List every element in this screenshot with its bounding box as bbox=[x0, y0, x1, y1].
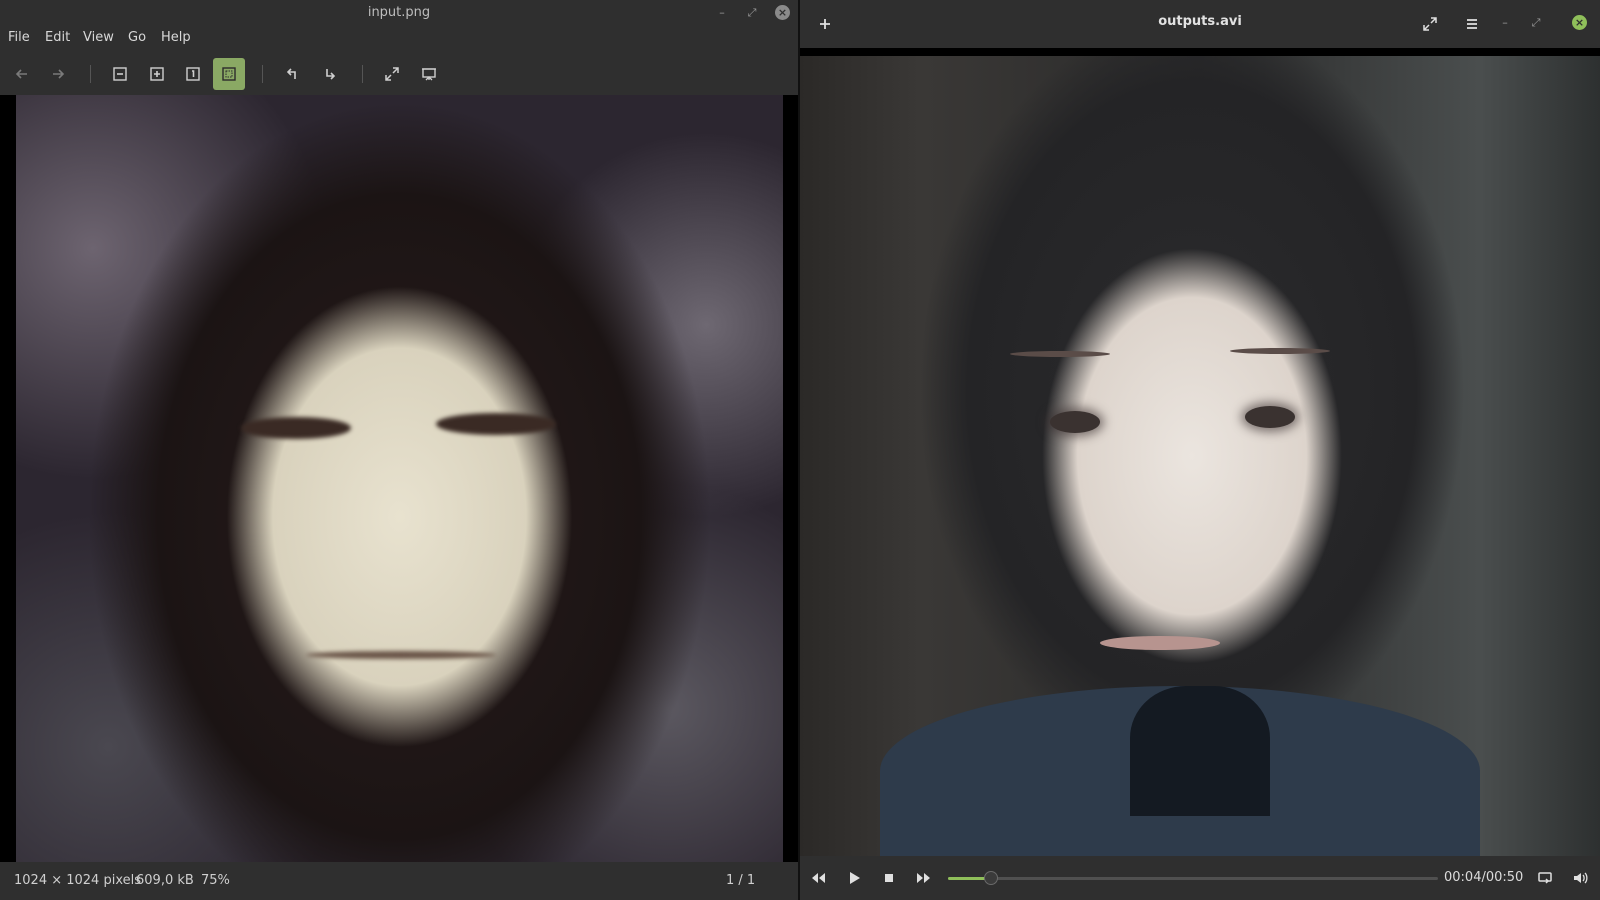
menu-view[interactable]: View bbox=[83, 30, 114, 45]
fullscreen-button[interactable] bbox=[376, 58, 408, 90]
viewer-toolbar bbox=[0, 56, 798, 92]
loop-icon bbox=[1538, 872, 1552, 884]
play-button[interactable] bbox=[844, 868, 864, 888]
viewer-title: input.png bbox=[367, 5, 431, 20]
zoom-normal-icon bbox=[186, 67, 200, 81]
rotate-right-icon bbox=[326, 69, 336, 80]
photo-mouth bbox=[306, 651, 496, 659]
stop-icon bbox=[885, 874, 893, 882]
menu-go[interactable]: Go bbox=[128, 30, 146, 45]
fast-forward-button[interactable] bbox=[914, 868, 934, 888]
menu-help[interactable]: Help bbox=[161, 30, 191, 45]
photo-eye-right bbox=[436, 413, 556, 435]
rotate-left-icon bbox=[286, 68, 296, 79]
close-icon[interactable]: × bbox=[1572, 15, 1587, 30]
image-dimensions: 1024 × 1024 pixels bbox=[14, 873, 141, 888]
photo-eye-left bbox=[241, 417, 351, 439]
seek-bar[interactable] bbox=[948, 871, 1438, 885]
forward-button[interactable] bbox=[42, 58, 74, 90]
toolbar-divider bbox=[362, 65, 363, 83]
minimize-icon[interactable]: – bbox=[713, 4, 731, 22]
zoom-fit-button[interactable] bbox=[213, 58, 245, 90]
video-area[interactable] bbox=[800, 48, 1600, 856]
video-lips bbox=[1100, 636, 1220, 650]
viewer-statusbar: 1024 × 1024 pixels 609,0 kB 75% 1 / 1 bbox=[0, 862, 798, 900]
fullscreen-icon bbox=[385, 67, 399, 81]
fullscreen-icon bbox=[1423, 17, 1437, 31]
video-brow-left bbox=[1010, 351, 1110, 357]
back-arrow-icon bbox=[15, 69, 27, 79]
zoom-in-icon bbox=[150, 67, 164, 81]
zoom-level: 75% bbox=[201, 873, 230, 888]
volume-icon bbox=[1574, 872, 1588, 884]
video-eye-left bbox=[1050, 411, 1100, 433]
play-icon bbox=[850, 872, 860, 884]
slideshow-icon bbox=[422, 68, 436, 81]
video-player-window: outputs.avi – ⤢ × 00:04/00:50 bbox=[800, 0, 1600, 900]
restore-icon[interactable]: ⤢ bbox=[743, 4, 761, 22]
zoom-out-button[interactable] bbox=[104, 58, 136, 90]
playback-time: 00:04/00:50 bbox=[1444, 870, 1524, 885]
toolbar-divider bbox=[262, 65, 263, 83]
file-size: 609,0 kB bbox=[136, 873, 194, 888]
volume-button[interactable] bbox=[1570, 868, 1590, 888]
stop-button[interactable] bbox=[879, 868, 899, 888]
video-collar bbox=[1130, 686, 1270, 816]
video-brow-right bbox=[1230, 348, 1330, 354]
forward-arrow-icon bbox=[53, 69, 65, 79]
menu-edit[interactable]: Edit bbox=[45, 30, 70, 45]
loop-button[interactable] bbox=[1535, 868, 1555, 888]
player-controls: 00:04/00:50 bbox=[800, 856, 1600, 900]
close-icon[interactable]: × bbox=[775, 5, 790, 20]
minimize-icon[interactable]: – bbox=[1496, 14, 1514, 32]
video-frame bbox=[800, 56, 1600, 856]
menu-file[interactable]: File bbox=[8, 30, 30, 45]
hamburger-menu-icon bbox=[1467, 19, 1477, 29]
video-eye-right bbox=[1245, 406, 1295, 428]
player-headerbar[interactable]: outputs.avi – ⤢ × bbox=[800, 0, 1600, 48]
toolbar-divider bbox=[90, 65, 91, 83]
rewind-icon bbox=[812, 873, 825, 883]
fullscreen-button[interactable] bbox=[1418, 12, 1442, 36]
rotate-right-button[interactable] bbox=[314, 58, 346, 90]
rewind-button[interactable] bbox=[808, 868, 828, 888]
zoom-normal-button[interactable] bbox=[177, 58, 209, 90]
input-photo bbox=[16, 95, 783, 862]
image-viewer-window: input.png – ⤢ × File Edit View Go Help 1… bbox=[0, 0, 798, 900]
seek-bar-handle[interactable] bbox=[984, 871, 999, 885]
menu-button[interactable] bbox=[1460, 12, 1484, 36]
rotate-left-button[interactable] bbox=[276, 58, 308, 90]
zoom-fit-icon bbox=[222, 67, 236, 81]
image-canvas[interactable] bbox=[0, 95, 798, 862]
viewer-titlebar[interactable]: input.png – ⤢ × bbox=[0, 0, 798, 26]
slideshow-button[interactable] bbox=[413, 58, 445, 90]
menubar: File Edit View Go Help bbox=[0, 28, 798, 50]
restore-icon[interactable]: ⤢ bbox=[1527, 14, 1545, 32]
back-button[interactable] bbox=[6, 58, 38, 90]
zoom-out-icon bbox=[113, 67, 127, 81]
zoom-in-button[interactable] bbox=[141, 58, 173, 90]
fast-forward-icon bbox=[917, 873, 930, 883]
page-indicator: 1 / 1 bbox=[726, 873, 756, 888]
